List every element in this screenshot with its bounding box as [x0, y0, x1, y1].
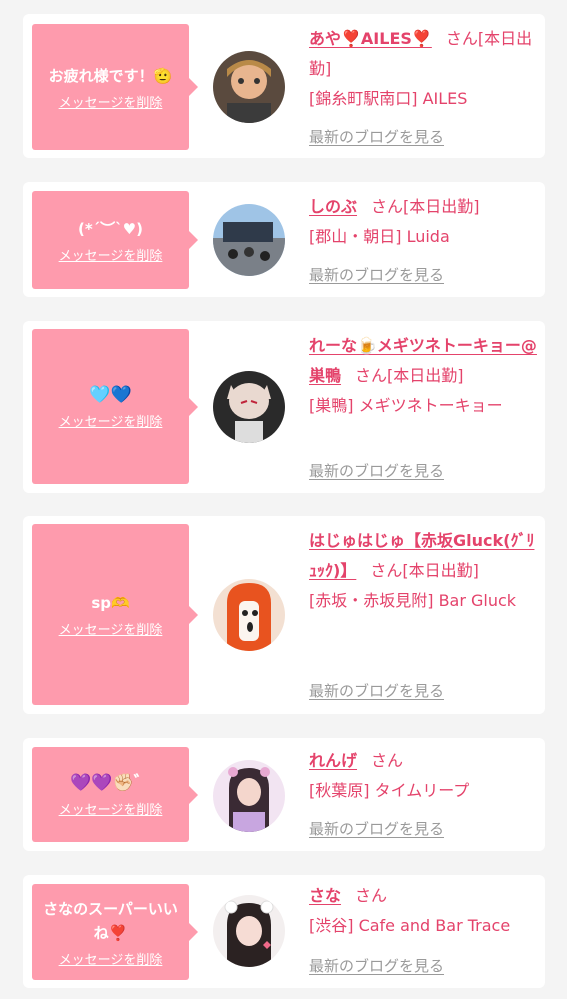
shop-info: [錦糸町駅南口] AILES	[309, 89, 468, 108]
message-bubble: (*´︶`♥) メッセージを削除	[32, 191, 198, 289]
cast-name-link[interactable]: あや❣️AILES❣️	[309, 29, 432, 48]
latest-blog-link[interactable]: 最新のブログを見る	[309, 818, 444, 839]
shop-info: [秋葉原] タイムリープ	[309, 781, 470, 800]
delete-message-link[interactable]: メッセージを削除	[59, 949, 163, 968]
message-card: sp🫶 メッセージを削除 はじゅはじゅ【赤坂Gluck(ｸﾞﾘｭｯｸ)】 さん[本…	[23, 516, 545, 714]
cast-info: れんげ さん [秋葉原] タイムリープ	[309, 746, 539, 806]
message-bubble: お疲れ様です！🫡 メッセージを削除	[32, 24, 198, 150]
avatar[interactable]	[213, 760, 285, 832]
attendance-status: [本日出勤]	[402, 561, 479, 580]
shop-info: [渋谷] Cafe and Bar Trace	[309, 916, 511, 935]
shop-info: [赤坂・赤坂見附] Bar Gluck	[309, 591, 517, 610]
message-bubble: 💜💜✊🏻゛ メッセージを削除	[32, 747, 198, 842]
message-text: 🩵💙	[89, 385, 132, 405]
honorific: さん	[371, 751, 404, 770]
attendance-status: [本日出勤]	[387, 366, 464, 385]
message-text: 💜💜✊🏻゛	[70, 773, 151, 793]
avatar[interactable]	[213, 371, 285, 443]
honorific: さん	[370, 561, 403, 580]
latest-blog-link[interactable]: 最新のブログを見る	[309, 955, 444, 976]
shop-info: [郡山・朝日] Luida	[309, 227, 450, 246]
message-card: (*´︶`♥) メッセージを削除 しのぶ さん[本日出勤] [郡山・朝日] Lui…	[23, 182, 545, 297]
message-bubble: sp🫶 メッセージを削除	[32, 524, 198, 705]
avatar[interactable]	[213, 579, 285, 651]
message-text: さなのスーパーいいね❣️	[43, 899, 178, 942]
message-text: sp🫶	[91, 594, 130, 612]
honorific: さん	[355, 366, 388, 385]
message-card: さなのスーパーいいね❣️ メッセージを削除 さな さん [渋谷] Cafe and…	[23, 875, 545, 988]
message-bubble: 🩵💙 メッセージを削除	[32, 329, 198, 484]
delete-message-link[interactable]: メッセージを削除	[59, 411, 163, 430]
delete-message-link[interactable]: メッセージを削除	[59, 245, 163, 264]
message-bubble: さなのスーパーいいね❣️ メッセージを削除	[32, 884, 198, 980]
delete-message-link[interactable]: メッセージを削除	[59, 619, 163, 638]
latest-blog-link[interactable]: 最新のブログを見る	[309, 264, 444, 285]
cast-info: はじゅはじゅ【赤坂Gluck(ｸﾞﾘｭｯｸ)】 さん[本日出勤] [赤坂・赤坂見附…	[309, 526, 539, 616]
honorific: さん	[445, 29, 478, 48]
avatar[interactable]	[213, 51, 285, 123]
delete-message-link[interactable]: メッセージを削除	[59, 92, 163, 111]
honorific: さん	[355, 886, 388, 905]
delete-message-link[interactable]: メッセージを削除	[59, 799, 163, 818]
cast-info: しのぶ さん[本日出勤] [郡山・朝日] Luida	[309, 192, 539, 252]
cast-info: さな さん [渋谷] Cafe and Bar Trace	[309, 881, 539, 941]
message-text: (*´︶`♥)	[77, 219, 143, 238]
cast-info: れーな🍺メギツネトーキョー@巣鴨 さん[本日出勤] [巣鴨] メギツネトーキョー	[309, 331, 539, 421]
cast-name-link[interactable]: れんげ	[309, 751, 357, 770]
avatar[interactable]	[213, 204, 285, 276]
message-card: 🩵💙 メッセージを削除 れーな🍺メギツネトーキョー@巣鴨 さん[本日出勤] [巣鴨…	[23, 321, 545, 493]
cast-name-link[interactable]: さな	[309, 886, 341, 905]
cast-info: あや❣️AILES❣️ さん[本日出勤] [錦糸町駅南口] AILES	[309, 24, 539, 114]
shop-info: [巣鴨] メギツネトーキョー	[309, 396, 503, 415]
latest-blog-link[interactable]: 最新のブログを見る	[309, 126, 444, 147]
latest-blog-link[interactable]: 最新のブログを見る	[309, 680, 444, 701]
latest-blog-link[interactable]: 最新のブログを見る	[309, 460, 444, 481]
cast-name-link[interactable]: しのぶ	[309, 197, 357, 216]
honorific: さん	[371, 197, 404, 216]
attendance-status: [本日出勤]	[403, 197, 480, 216]
avatar[interactable]	[213, 895, 285, 967]
message-card: お疲れ様です！🫡 メッセージを削除 あや❣️AILES❣️ さん[本日出勤] [錦…	[23, 14, 545, 158]
message-card: 💜💜✊🏻゛ メッセージを削除 れんげ さん [秋葉原] タイムリープ 最新のブログ…	[23, 738, 545, 851]
message-text: お疲れ様です！🫡	[48, 66, 173, 85]
